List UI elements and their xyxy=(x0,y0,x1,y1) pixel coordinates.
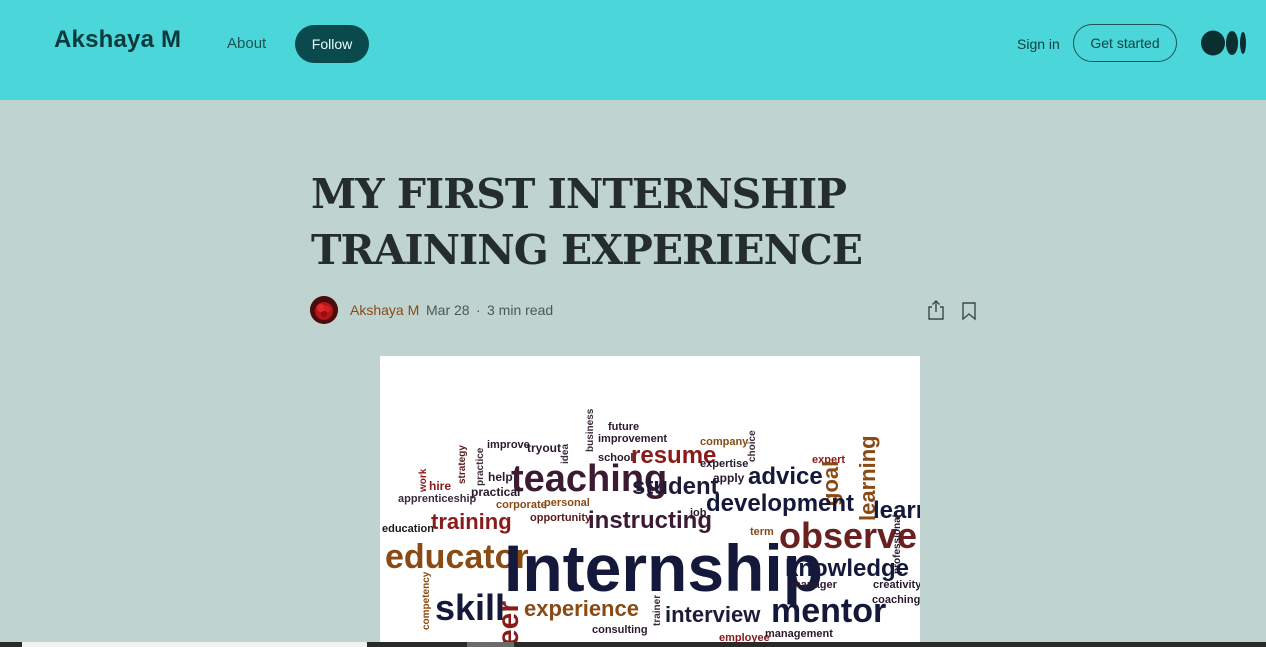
article-title-line-1: MY FIRST INTERNSHIP xyxy=(311,170,847,218)
word-cloud-word: work xyxy=(418,468,429,493)
meta-separator: · xyxy=(476,302,481,318)
word-cloud-word: eer xyxy=(492,601,525,646)
word-cloud-word: practice xyxy=(475,447,486,486)
sign-in-link[interactable]: Sign in xyxy=(1017,36,1060,52)
word-cloud-word: mentor xyxy=(771,592,886,630)
word-cloud-word: choice xyxy=(747,430,758,462)
word-cloud-word: interview xyxy=(665,602,761,627)
word-cloud-word: competency xyxy=(421,571,432,630)
author-name[interactable]: Akshaya M xyxy=(350,302,419,318)
avatar-image xyxy=(310,296,338,324)
word-cloud-word: hire xyxy=(429,479,451,493)
word-cloud-word: help xyxy=(488,470,513,484)
word-cloud-word: creativity xyxy=(873,579,920,591)
top-navigation-bar: Akshaya M About Follow Sign in Get start… xyxy=(0,0,1266,100)
word-cloud-word: education xyxy=(382,523,434,535)
get-started-button[interactable]: Get started xyxy=(1073,24,1177,62)
scrollbar-marker xyxy=(467,642,514,647)
follow-button[interactable]: Follow xyxy=(295,25,369,63)
word-cloud-word: instructing xyxy=(588,507,712,534)
medium-logo-icon[interactable] xyxy=(1201,30,1247,56)
word-cloud-word: coaching xyxy=(872,594,920,606)
hero-word-cloud-image: future business improve improvement comp… xyxy=(380,356,920,647)
word-cloud-word: training xyxy=(431,509,512,534)
word-cloud-word: tryout xyxy=(527,441,561,455)
article-title-line-2: TRAINING EXPERIENCE xyxy=(311,226,863,274)
word-cloud-word: advice xyxy=(748,463,823,490)
word-cloud-word: manager xyxy=(791,579,838,591)
word-cloud-word: management xyxy=(765,628,833,640)
word-cloud-word: consulting xyxy=(592,624,648,636)
publish-date: Mar 28 xyxy=(426,302,470,318)
word-cloud-word: apprenticeship xyxy=(398,493,477,505)
word-cloud-word: expertise xyxy=(700,458,748,470)
author-avatar[interactable] xyxy=(310,296,338,324)
word-cloud-word: future xyxy=(608,421,639,433)
word-cloud-word: opportunity xyxy=(530,512,592,524)
bookmark-icon[interactable] xyxy=(961,301,977,321)
publication-name[interactable]: Akshaya M xyxy=(54,26,181,54)
word-cloud-word: strategy xyxy=(457,445,468,484)
word-cloud-word: personal xyxy=(544,497,590,509)
horizontal-scrollbar[interactable] xyxy=(0,642,1266,647)
read-time: 3 min read xyxy=(487,302,554,318)
about-link[interactable]: About xyxy=(227,35,266,52)
word-cloud-word: trainer xyxy=(652,595,663,626)
word-cloud-word: knowledge xyxy=(785,555,909,582)
word-cloud-word: experience xyxy=(524,596,639,621)
word-cloud-word: practical xyxy=(471,485,520,499)
article-title: MY FIRST INTERNSHIP TRAINING EXPERIENCE xyxy=(311,166,911,278)
share-icon[interactable] xyxy=(926,299,946,321)
word-cloud-word: business xyxy=(585,408,596,452)
scrollbar-thumb[interactable] xyxy=(22,642,367,647)
word-cloud-word: improve xyxy=(487,439,530,451)
word-cloud-word: development xyxy=(706,490,854,517)
